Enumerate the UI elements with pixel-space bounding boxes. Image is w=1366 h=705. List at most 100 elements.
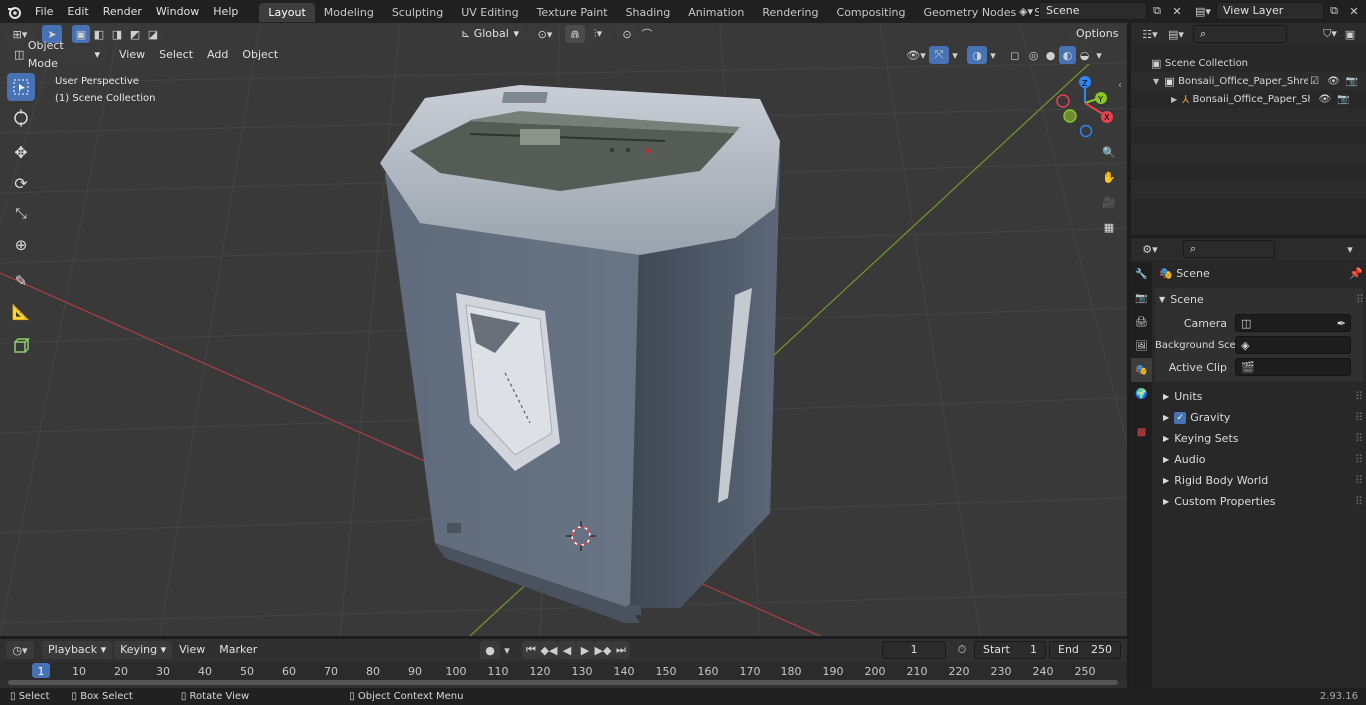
delete-scene-icon[interactable]: ✕ <box>1167 2 1187 20</box>
end-frame-field[interactable]: End 250 <box>1049 641 1121 659</box>
drag-handle-icon[interactable]: ⠿ <box>1355 407 1363 428</box>
pin-icon[interactable]: 📌 <box>1349 267 1363 280</box>
checkbox-icon[interactable]: ☑ <box>1310 76 1319 87</box>
units-subpanel[interactable]: ▶ Units ⠿ <box>1155 386 1363 407</box>
drag-handle-icon[interactable]: ⠿ <box>1355 449 1363 470</box>
menu-view[interactable]: View <box>112 46 152 64</box>
menu-edit[interactable]: Edit <box>60 0 95 23</box>
3d-viewport[interactable]: Z Y X <box>0 23 1127 636</box>
blender-logo-icon[interactable] <box>0 3 28 21</box>
menu-select[interactable]: Select <box>152 46 200 64</box>
xray-toggle-icon[interactable]: ◻ <box>1005 46 1025 64</box>
prev-keyframe-icon[interactable]: ◆◀ <box>540 641 558 659</box>
camera-view-icon[interactable]: 🎥 <box>1097 190 1121 214</box>
view-layer-icon[interactable]: ▤▾ <box>1190 2 1216 20</box>
select-mode-subtract-icon[interactable]: ◨ <box>108 25 126 43</box>
gravity-subpanel[interactable]: ▶ ✓ Gravity ⠿ <box>1155 407 1363 428</box>
background-scene-field[interactable]: ◈ <box>1235 336 1351 354</box>
outliner-search-input[interactable]: ⌕ <box>1193 25 1287 43</box>
shading-rendered-icon[interactable]: ◒ <box>1076 46 1093 64</box>
tool-add-cube[interactable] <box>7 332 35 360</box>
delete-view-layer-icon[interactable]: ✕ <box>1344 2 1364 20</box>
drag-handle-icon[interactable]: ⠿ <box>1355 428 1363 449</box>
zoom-icon[interactable]: 🔍 <box>1097 140 1121 164</box>
new-view-layer-icon[interactable]: ⧉ <box>1324 2 1344 20</box>
options-dropdown[interactable]: Options ▾ <box>1070 25 1124 58</box>
current-frame-field[interactable]: 1 <box>882 641 946 659</box>
properties-editor-icon[interactable]: ⚙▾ <box>1137 240 1163 258</box>
menu-object[interactable]: Object <box>235 46 285 64</box>
keying-sets-subpanel[interactable]: ▶ Keying Sets ⠿ <box>1155 428 1363 449</box>
outliner-scene-collection[interactable]: ▣ Scene Collection <box>1131 54 1366 72</box>
grid-view-icon[interactable]: ▦ <box>1097 215 1121 239</box>
chevron-down-icon[interactable]: ▾ <box>987 46 999 64</box>
eyedropper-icon[interactable]: ✒ <box>1337 317 1346 330</box>
tool-rotate[interactable]: ⟳ <box>7 169 35 197</box>
custom-properties-subpanel[interactable]: ▶ Custom Properties ⠿ <box>1155 491 1363 512</box>
chevron-down-icon[interactable]: ▾ <box>1093 46 1105 64</box>
tool-select-box[interactable] <box>7 73 35 101</box>
select-mode-intersect-icon[interactable]: ◪ <box>144 25 162 43</box>
pan-hand-icon[interactable]: ✋ <box>1097 165 1121 189</box>
pivot-point-icon[interactable]: ⊙▾ <box>531 25 559 43</box>
chevron-down-icon[interactable]: ▾ <box>500 641 514 659</box>
tab-scene-icon[interactable]: 🎭 <box>1131 358 1152 382</box>
outliner-editor-icon[interactable]: ☷▾ <box>1137 25 1163 43</box>
menu-timeline-view[interactable]: View <box>172 641 212 659</box>
menu-playback[interactable]: Playback ▾ <box>42 641 113 659</box>
tab-geometry-nodes[interactable]: Geometry Nodes <box>914 3 1025 22</box>
tab-uv-editing[interactable]: UV Editing <box>452 3 527 22</box>
overlay-toggle-icon[interactable]: ◑ <box>967 46 987 64</box>
timeline-scrollbar[interactable] <box>8 680 1118 685</box>
play-reverse-icon[interactable]: ◀ <box>558 641 576 659</box>
view-layer-field[interactable]: View Layer <box>1216 2 1324 20</box>
tab-rendering[interactable]: Rendering <box>753 3 827 22</box>
select-mode-invert-icon[interactable]: ◩ <box>126 25 144 43</box>
tool-cursor[interactable] <box>7 104 35 132</box>
drag-handle-icon[interactable]: ⠿ <box>1356 293 1364 306</box>
camera-field[interactable]: ◫ ✒ <box>1235 314 1351 332</box>
tool-annotate[interactable]: ✎ <box>7 267 35 295</box>
new-scene-icon[interactable]: ⧉ <box>1147 2 1167 20</box>
proportional-edit-icon[interactable]: ⊙ <box>617 25 637 43</box>
camera-icon[interactable]: 📷 <box>1346 76 1358 87</box>
scene-panel-header[interactable]: ▼ Scene ⠿ <box>1155 288 1364 310</box>
properties-search-input[interactable]: ⌕ <box>1183 240 1275 258</box>
tab-output-icon[interactable]: 🖨 <box>1131 310 1152 334</box>
paper-shredder-model[interactable] <box>380 85 780 623</box>
camera-icon[interactable]: 📷 <box>1337 94 1349 105</box>
tool-measure[interactable]: 📐 <box>7 298 35 326</box>
tab-texture-paint[interactable]: Texture Paint <box>528 3 617 22</box>
start-frame-field[interactable]: Start 1 <box>974 641 1046 659</box>
snap-magnet-icon[interactable]: ⋒ <box>565 25 585 43</box>
tool-scale[interactable]: ⤡ <box>7 200 35 228</box>
timeline-editor-icon[interactable]: ◷▾ <box>6 641 34 659</box>
menu-marker[interactable]: Marker <box>212 641 264 659</box>
active-clip-field[interactable]: 🎬 <box>1235 358 1351 376</box>
tool-move[interactable]: ✥ <box>7 138 35 166</box>
menu-file[interactable]: File <box>28 0 60 23</box>
stopwatch-icon[interactable]: ⏱ <box>952 641 972 659</box>
proportional-falloff-icon[interactable]: ⌒ <box>637 25 657 43</box>
audio-subpanel[interactable]: ▶ Audio ⠿ <box>1155 449 1363 470</box>
tab-layout[interactable]: Layout <box>259 3 315 22</box>
shading-material-icon[interactable]: ◐ <box>1059 46 1076 64</box>
gravity-checkbox[interactable]: ✓ <box>1174 411 1187 424</box>
new-collection-icon[interactable]: ▣ <box>1340 25 1360 43</box>
visibility-icon[interactable]: 👁▾ <box>903 46 929 64</box>
filter-icon[interactable]: ⛉▾ <box>1320 25 1340 43</box>
menu-add[interactable]: Add <box>200 46 235 64</box>
tab-modeling[interactable]: Modeling <box>315 3 383 22</box>
eye-icon[interactable]: 👁 <box>1318 94 1331 105</box>
transform-orientation-dropdown[interactable]: ⊾ Global ▾ <box>455 25 525 43</box>
tab-sculpting[interactable]: Sculpting <box>383 3 452 22</box>
tab-animation[interactable]: Animation <box>679 3 753 22</box>
tab-texture-icon[interactable]: ▩ <box>1131 420 1152 444</box>
record-icon[interactable]: ● <box>480 641 500 659</box>
tab-compositing[interactable]: Compositing <box>828 3 915 22</box>
scene-icon[interactable]: ◈▾ <box>1013 2 1039 20</box>
drag-handle-icon[interactable]: ⠿ <box>1355 386 1363 407</box>
chevron-down-icon[interactable]: ▾ <box>1340 240 1360 258</box>
drag-handle-icon[interactable]: ⠿ <box>1355 491 1363 512</box>
tab-tool-icon[interactable]: 🔧 <box>1131 262 1152 286</box>
